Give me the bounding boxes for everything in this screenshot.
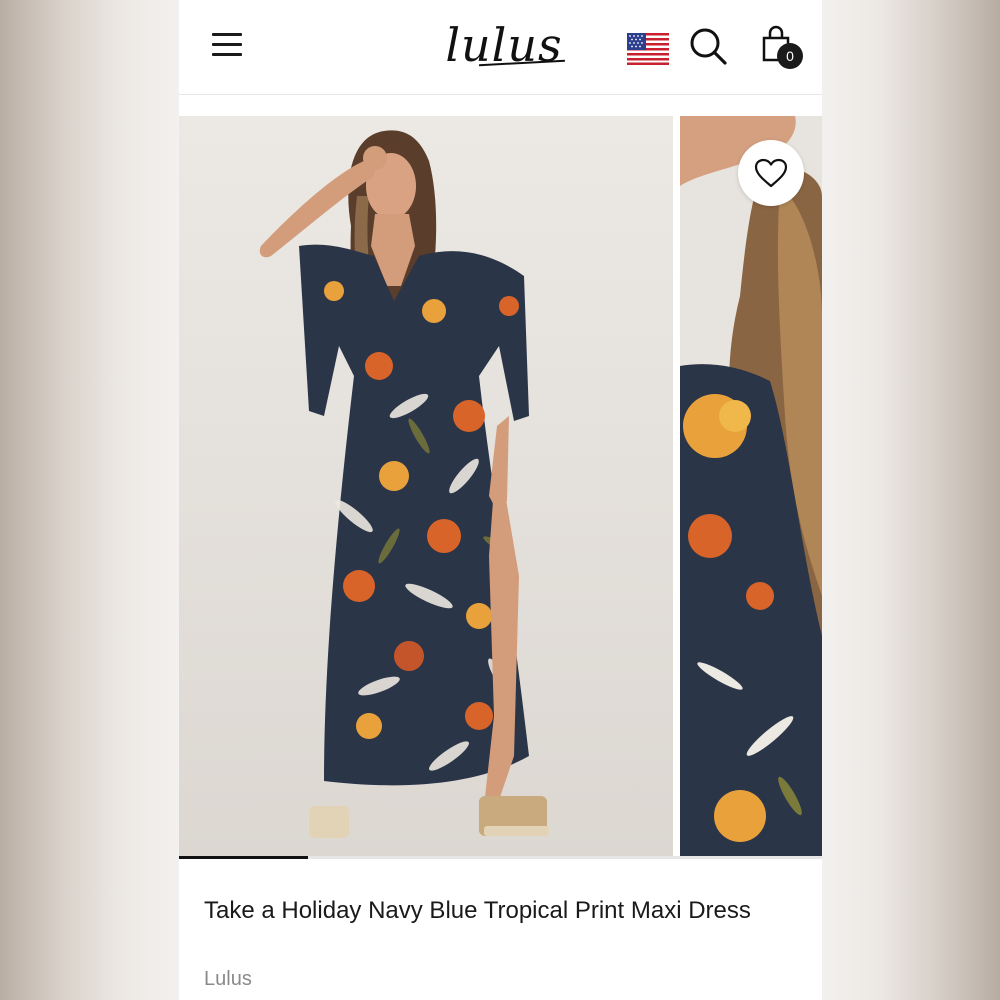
product-brand[interactable]: Lulus [204, 968, 252, 991]
product-image-gallery[interactable] [179, 116, 822, 858]
cart-count-badge: 0 [777, 43, 803, 69]
model-full-length-photo[interactable] [179, 116, 673, 858]
heart-outline-icon [754, 158, 788, 188]
us-flag-icon[interactable] [627, 33, 669, 65]
product-title: Take a Holiday Navy Blue Tropical Print … [204, 897, 751, 924]
model-dress-detail-photo[interactable] [680, 116, 822, 858]
search-icon[interactable] [688, 26, 728, 66]
lulus-logo[interactable]: lulus [434, 10, 574, 80]
gallery-progress-bar [179, 856, 822, 859]
site-header: lulus 0 [179, 0, 822, 95]
hamburger-menu-icon[interactable] [209, 30, 245, 60]
product-page: lulus 0 Take a Holiday Navy Blue Tropica… [179, 0, 822, 1000]
favorite-button[interactable] [738, 140, 804, 206]
gallery-progress-fill [179, 856, 308, 859]
